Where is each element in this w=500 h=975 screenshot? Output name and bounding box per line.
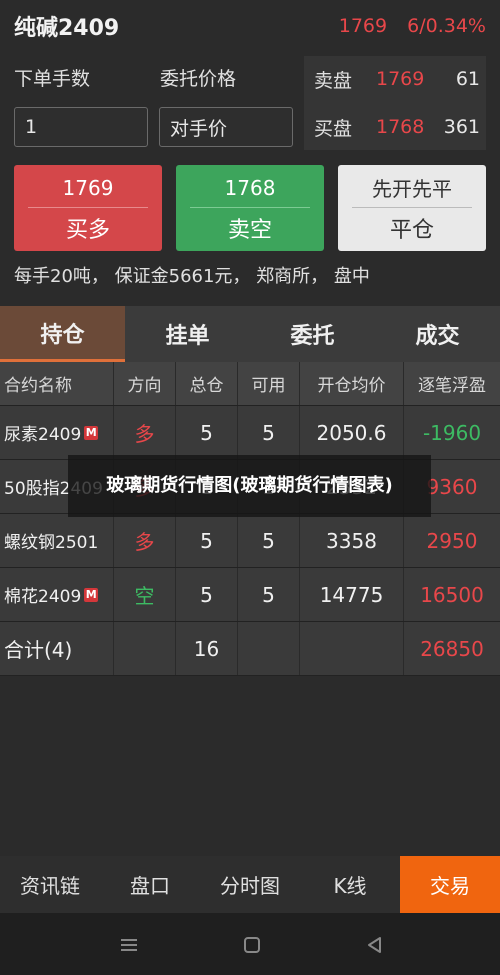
pnl: 16500: [420, 582, 484, 607]
ask-label: 卖盘: [314, 69, 353, 92]
tab-bar: 持仓 挂单 委托 成交: [0, 306, 500, 362]
close-label: 平仓: [389, 217, 434, 243]
qty-input[interactable]: 1: [14, 107, 148, 147]
col-available: 可用: [238, 362, 300, 405]
available-qty: 5: [238, 568, 300, 621]
avg-price: 14775: [300, 568, 404, 621]
nav-trade[interactable]: 交易: [400, 856, 500, 913]
tab-pending[interactable]: 挂单: [125, 306, 250, 362]
total-direction-empty: [114, 622, 176, 675]
table-row[interactable]: 尿素2409 M 多 5 5 2050.6 -1960: [0, 406, 500, 460]
contract-name: 尿素2409 M: [0, 406, 114, 459]
order-area: 下单手数 委托价格 1 对手价 卖盘 1769 61 买盘 1768 361: [0, 52, 500, 152]
total-avg-empty: [300, 622, 404, 675]
price-change: 6/0.34%: [407, 15, 486, 37]
quote: 1769 6/0.34%: [339, 15, 486, 37]
direction: 空: [114, 568, 176, 621]
total-qty-sum: 16: [176, 622, 238, 675]
bid-label: 买盘: [314, 117, 353, 140]
col-name: 合约名称: [0, 362, 114, 405]
contract-name-text: 尿素2409: [4, 425, 82, 445]
buy-price: 1769: [62, 175, 114, 200]
contract-title[interactable]: 纯碱2409: [14, 10, 119, 42]
total-pnl: 26850: [420, 636, 484, 661]
pnl: -1960: [422, 420, 482, 445]
direction: 多: [114, 514, 176, 567]
total-label: 合计(4): [0, 622, 114, 675]
col-direction: 方向: [114, 362, 176, 405]
close-position-button[interactable]: 先开先平 平仓: [338, 165, 486, 251]
ask-row: 卖盘 1769 61: [304, 56, 486, 102]
sell-price: 1768: [224, 175, 276, 200]
positions-table: 合约名称 方向 总仓 可用 开仓均价 逐笔浮盈 尿素2409 M 多 5 5 20…: [0, 362, 500, 676]
table-row[interactable]: 棉花2409 M 空 5 5 14775 16500: [0, 568, 500, 622]
total-qty: 5: [176, 406, 238, 459]
price-label: 委托价格: [160, 68, 237, 90]
table-header: 合约名称 方向 总仓 可用 开仓均价 逐笔浮盈: [0, 362, 500, 406]
bottom-nav: 资讯链 盘口 分时图 K线 交易: [0, 856, 500, 913]
tab-trades[interactable]: 成交: [375, 306, 500, 362]
back-icon[interactable]: [365, 935, 385, 955]
available-qty: 5: [238, 406, 300, 459]
header: 纯碱2409 1769 6/0.34%: [0, 0, 500, 52]
home-icon[interactable]: [242, 935, 262, 955]
ask-price: 1769: [376, 68, 425, 90]
sell-short-button[interactable]: 1768 卖空: [176, 165, 324, 251]
system-nav-bar: [0, 913, 500, 975]
contract-name: 棉花2409 M: [0, 568, 114, 621]
available-qty: 5: [238, 514, 300, 567]
col-avg-price: 开仓均价: [300, 362, 404, 405]
nav-timeshare[interactable]: 分时图: [200, 856, 300, 913]
sell-label: 卖空: [227, 217, 272, 243]
m-badge: M: [84, 587, 99, 602]
bid-qty: 361: [443, 116, 480, 138]
direction: 多: [114, 406, 176, 459]
close-mode: 先开先平: [372, 177, 452, 201]
qty-label: 下单手数: [14, 68, 91, 90]
buy-label: 买多: [65, 217, 110, 243]
table-row[interactable]: 螺纹钢2501 多 5 5 3358 2950: [0, 514, 500, 568]
action-buttons: 1769 买多 1768 卖空 先开先平 平仓: [0, 165, 500, 251]
m-badge: M: [84, 425, 99, 440]
nav-kline[interactable]: K线: [300, 856, 400, 913]
total-qty: 5: [176, 568, 238, 621]
contract-info: 每手20吨， 保证金5661元， 郑商所， 盘中: [14, 266, 370, 287]
buy-long-button[interactable]: 1769 买多: [14, 165, 162, 251]
table-total-row: 合计(4) 16 26850: [0, 622, 500, 676]
tab-positions[interactable]: 持仓: [0, 306, 125, 362]
bid-row: 买盘 1768 361: [304, 104, 486, 150]
watermark-caption: 玻璃期货行情图(玻璃期货行情图表): [68, 455, 431, 517]
nav-news[interactable]: 资讯链: [0, 856, 100, 913]
total-available-empty: [238, 622, 300, 675]
contract-name-text: 棉花2409: [4, 587, 82, 607]
pnl: 2950: [426, 528, 478, 553]
nav-orderbook[interactable]: 盘口: [100, 856, 200, 913]
tab-orders[interactable]: 委托: [250, 306, 375, 362]
total-qty: 5: [176, 514, 238, 567]
menu-icon[interactable]: [119, 935, 139, 955]
col-pnl: 逐笔浮盈: [418, 376, 486, 396]
col-total: 总仓: [176, 362, 238, 405]
avg-price: 2050.6: [300, 406, 404, 459]
bid-price: 1768: [376, 116, 425, 138]
order-book: 卖盘 1769 61 买盘 1768 361: [304, 56, 486, 150]
avg-price: 3358: [300, 514, 404, 567]
ask-qty: 61: [455, 68, 480, 90]
price-input[interactable]: 对手价: [159, 107, 293, 147]
last-price: 1769: [338, 15, 388, 37]
contract-name: 螺纹钢2501: [0, 514, 114, 567]
